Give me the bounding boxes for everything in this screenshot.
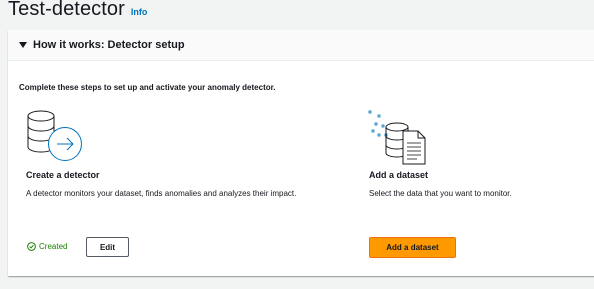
- step-create-detector-description: A detector monitors your dataset, finds …: [26, 189, 297, 198]
- status-label: Created: [39, 242, 68, 251]
- page-header: Test-detector Info: [8, 0, 147, 22]
- status-created: Created: [27, 242, 67, 251]
- info-link[interactable]: Info: [131, 7, 148, 17]
- panel-title: How it works: Detector setup: [33, 39, 185, 51]
- how-it-works-toggle[interactable]: How it works: Detector setup: [8, 30, 594, 61]
- edit-button[interactable]: Edit: [86, 237, 129, 257]
- page-title: Test-detector: [8, 0, 125, 20]
- caret-down-icon: [19, 42, 27, 48]
- step-add-dataset-title: Add a dataset: [369, 170, 429, 180]
- intro-text: Complete these steps to set up and activ…: [19, 83, 276, 92]
- step-add-dataset-description: Select the data that you want to monitor…: [369, 189, 512, 198]
- step-create-detector-title: Create a detector: [26, 170, 100, 180]
- check-circle-icon: [27, 242, 36, 251]
- database-document-icon: [368, 110, 426, 165]
- database-arrow-icon: [27, 110, 82, 161]
- add-dataset-button[interactable]: Add a dataset: [369, 237, 456, 258]
